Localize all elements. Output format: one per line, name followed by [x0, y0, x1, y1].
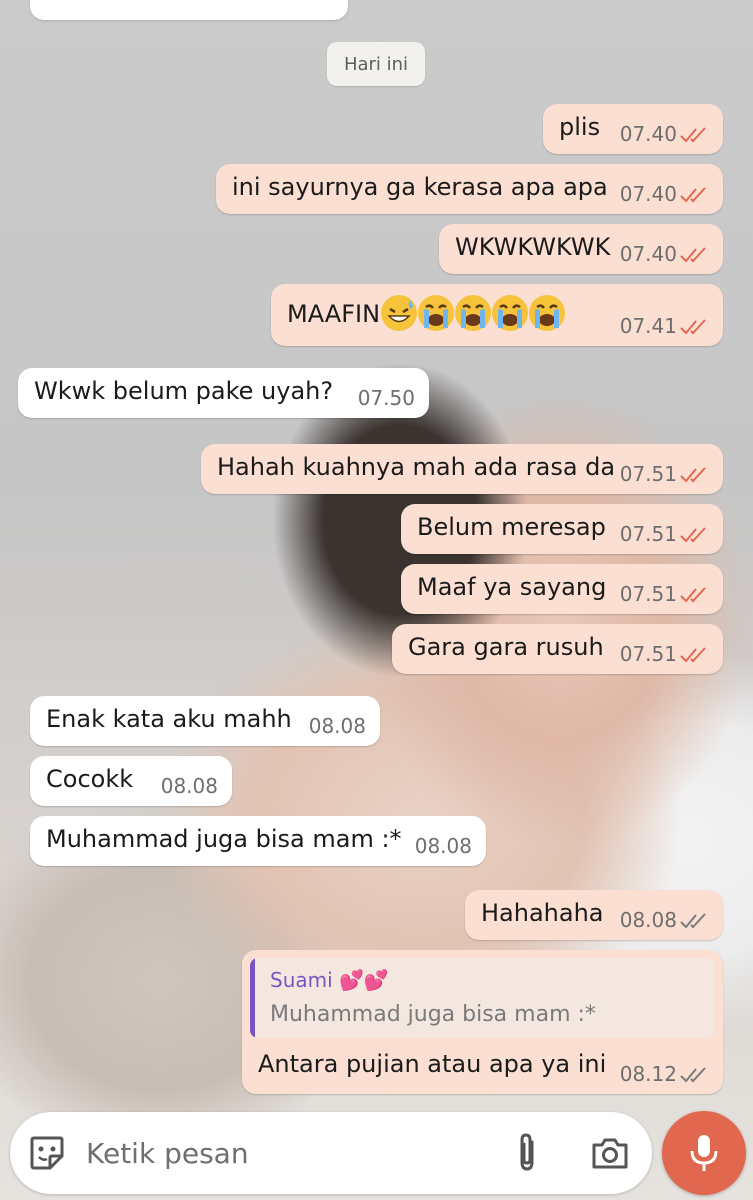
message-text: Muhammad juga bisa mam :*	[46, 825, 402, 853]
message-text: Antara pujian atau apa ya ini	[258, 1050, 607, 1078]
message-time: 08.08	[160, 774, 218, 798]
outgoing-message[interactable]: MAAFIN 07.41	[271, 284, 723, 346]
read-ticks-icon	[679, 526, 709, 544]
message-time: 08.08	[619, 908, 677, 932]
paperclip-icon[interactable]	[510, 1132, 544, 1174]
message-text: Cocokk	[46, 765, 134, 793]
loudly-crying-emoji	[529, 295, 566, 331]
message-time: 07.40	[619, 242, 677, 266]
outgoing-message[interactable]: Maaf ya sayang 07.51	[401, 564, 723, 614]
message-text: MAAFIN	[287, 295, 566, 333]
message-time: 07.50	[357, 386, 415, 410]
loudly-crying-emoji	[455, 295, 492, 331]
message-time: 07.40	[619, 122, 677, 146]
message-text: Hahah kuahnya mah ada rasa da	[217, 453, 616, 481]
outgoing-message[interactable]: Gara gara rusuh 07.51	[392, 624, 723, 674]
outgoing-message[interactable]: plis 07.40	[543, 104, 723, 154]
loudly-crying-emoji	[418, 295, 455, 331]
quoted-message[interactable]: Suami 💕💕 Muhammad juga bisa mam :*	[250, 958, 715, 1038]
incoming-message[interactable]: Wkwk belum pake uyah? 07.50	[18, 368, 429, 418]
outgoing-message[interactable]: Hahahaha 08.08	[465, 890, 723, 940]
delivered-ticks-icon	[679, 1066, 709, 1084]
message-text: Hahahaha	[481, 899, 604, 927]
read-ticks-icon	[679, 186, 709, 204]
message-time: 07.51	[619, 462, 677, 486]
message-time: 07.51	[619, 582, 677, 606]
message-time: 08.08	[414, 834, 472, 858]
read-ticks-icon	[679, 126, 709, 144]
date-chip: Hari ini	[327, 42, 425, 86]
incoming-message[interactable]: Muhammad juga bisa mam :* 08.08	[30, 816, 486, 866]
read-ticks-icon	[679, 466, 709, 484]
outgoing-message[interactable]: Belum meresap 07.51	[401, 504, 723, 554]
quoted-text: Muhammad juga bisa mam :*	[270, 1002, 596, 1027]
loudly-crying-emoji	[492, 295, 529, 331]
quoted-sender-name: Suami 💕💕	[270, 968, 389, 992]
message-input[interactable]: Ketik pesan	[86, 1137, 249, 1170]
message-text: Wkwk belum pake uyah?	[34, 377, 334, 405]
quote-accent-bar	[250, 958, 255, 1038]
message-text: Belum meresap	[417, 513, 606, 541]
message-text: WKWKWKWK	[455, 233, 611, 261]
message-text: Enak kata aku mahh	[46, 705, 292, 733]
previous-message-bubble[interactable]	[30, 0, 348, 20]
outgoing-message[interactable]: Hahah kuahnya mah ada rasa da 07.51	[201, 444, 723, 494]
message-time: 07.51	[619, 642, 677, 666]
outgoing-reply-message[interactable]: Suami 💕💕 Muhammad juga bisa mam :* Antar…	[242, 950, 723, 1094]
read-ticks-icon	[679, 318, 709, 336]
read-ticks-icon	[679, 646, 709, 664]
message-time: 07.51	[619, 522, 677, 546]
incoming-message[interactable]: Enak kata aku mahh 08.08	[30, 696, 380, 746]
read-ticks-icon	[679, 586, 709, 604]
message-time: 07.40	[619, 182, 677, 206]
mic-button[interactable]	[662, 1111, 746, 1195]
message-text: Gara gara rusuh	[408, 633, 604, 661]
outgoing-message[interactable]: ini sayurnya ga kerasa apa apa 07.40	[216, 164, 723, 214]
delivered-ticks-icon	[679, 912, 709, 930]
message-text-content: MAAFIN	[287, 300, 381, 328]
message-time: 08.12	[619, 1062, 677, 1086]
message-time: 07.41	[619, 314, 677, 338]
message-time: 08.08	[308, 714, 366, 738]
message-text: Maaf ya sayang	[417, 573, 607, 601]
outgoing-message[interactable]: WKWKWKWK 07.40	[439, 224, 723, 274]
message-composer[interactable]: Ketik pesan	[10, 1112, 652, 1194]
sticker-icon[interactable]	[28, 1134, 66, 1172]
mic-icon	[690, 1135, 718, 1171]
camera-icon[interactable]	[590, 1134, 630, 1172]
grinning-sweat-emoji	[381, 295, 418, 331]
incoming-message[interactable]: Cocokk 08.08	[30, 756, 232, 806]
read-ticks-icon	[679, 246, 709, 264]
message-text: plis	[559, 113, 601, 141]
message-text: ini sayurnya ga kerasa apa apa	[232, 173, 608, 201]
